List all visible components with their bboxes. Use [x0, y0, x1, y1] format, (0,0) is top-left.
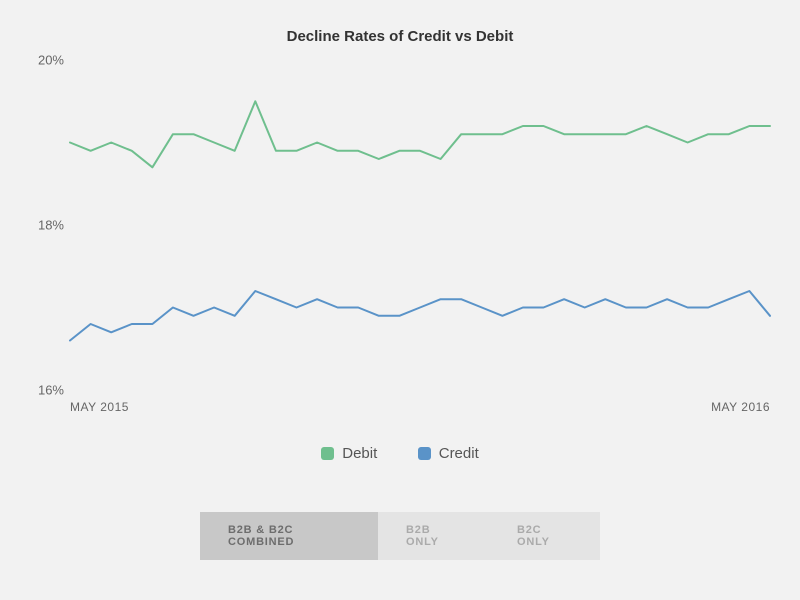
legend-item-credit: Credit — [418, 445, 479, 462]
legend: Debit Credit — [0, 445, 800, 465]
x-tick-end: MAY 2016 — [711, 400, 770, 414]
tab-group: B2B & B2C COMBINED B2B ONLY B2C ONLY — [200, 512, 600, 560]
tab-b2c-only[interactable]: B2C ONLY — [489, 512, 600, 560]
legend-swatch — [418, 447, 431, 460]
legend-swatch — [321, 447, 334, 460]
chart-area: 20% 18% 16% — [30, 60, 770, 390]
x-tick-start: MAY 2015 — [70, 400, 129, 414]
legend-label: Credit — [439, 445, 479, 462]
legend-label: Debit — [342, 445, 377, 462]
chart-title: Decline Rates of Credit vs Debit — [0, 0, 800, 45]
plot — [70, 60, 770, 390]
legend-item-debit: Debit — [321, 445, 377, 462]
tab-combined[interactable]: B2B & B2C COMBINED — [200, 512, 378, 560]
tab-b2b-only[interactable]: B2B ONLY — [378, 512, 489, 560]
series-debit — [70, 101, 770, 167]
series-credit — [70, 291, 770, 341]
y-tick: 18% — [38, 218, 64, 233]
y-tick: 16% — [38, 383, 64, 398]
y-axis: 20% 18% 16% — [30, 60, 70, 390]
y-tick: 20% — [38, 53, 64, 68]
